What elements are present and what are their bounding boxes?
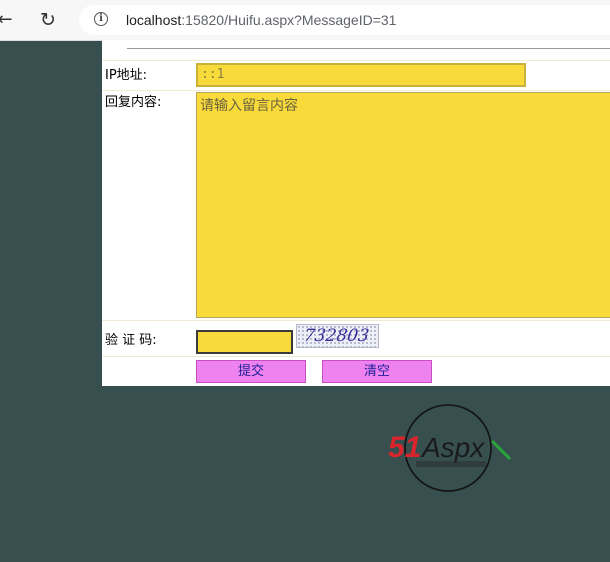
url-path: :15820/Huifu.aspx?MessageID=31 — [181, 12, 397, 28]
site-logo: 51 Aspx — [388, 403, 512, 493]
reply-content-label: 回复内容: — [105, 95, 162, 110]
logo-x-green — [490, 439, 512, 461]
url-host: localhost — [126, 12, 182, 28]
ip-label: IP地址: — [105, 68, 148, 83]
row-divider — [102, 90, 610, 91]
browser-toolbar: ← ↻ i localhost:15820/Huifu.aspx?Message… — [0, 0, 610, 41]
captcha-input[interactable] — [196, 330, 293, 354]
back-arrow-icon[interactable]: ← — [0, 9, 16, 31]
clear-button[interactable]: 清空 — [322, 360, 432, 383]
top-divider — [127, 48, 610, 49]
reload-icon[interactable]: ↻ — [37, 9, 59, 31]
logo-aspx: Aspx — [420, 432, 485, 463]
reply-content-textarea[interactable]: 请输入留言内容 — [196, 92, 610, 318]
address-bar[interactable]: i localhost:15820/Huifu.aspx?MessageID=3… — [79, 5, 610, 35]
captcha-code: 732803 — [302, 326, 371, 346]
captcha-image[interactable]: 732803 — [296, 324, 379, 348]
captcha-label: 验 证 码: — [105, 333, 157, 348]
logo-51: 51 — [388, 431, 421, 464]
logo-graphic: 51 Aspx — [388, 404, 512, 492]
url-text[interactable]: localhost:15820/Huifu.aspx?MessageID=31 — [126, 11, 396, 29]
reply-form-panel: IP地址: ::1 回复内容: 请输入留言内容 验 证 码: 732803 提交… — [102, 40, 610, 386]
logo-tagline-mark — [416, 461, 486, 467]
submit-button[interactable]: 提交 — [196, 360, 306, 383]
info-icon[interactable]: i — [94, 12, 108, 26]
row-divider — [102, 356, 610, 357]
row-divider — [102, 60, 610, 61]
row-divider — [102, 320, 610, 321]
ip-address-field[interactable]: ::1 — [196, 63, 526, 87]
